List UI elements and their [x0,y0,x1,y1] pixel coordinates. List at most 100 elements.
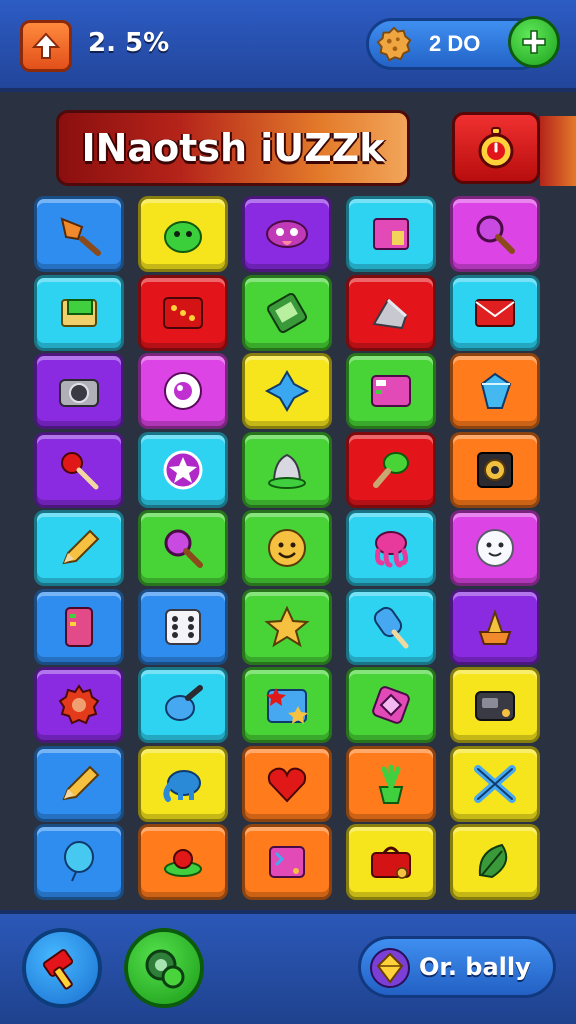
tile-green[interactable] [346,667,436,743]
hammer-icon [42,949,74,990]
tile-orange[interactable] [138,824,228,900]
timer-button[interactable] [452,112,540,184]
tile-red[interactable] [138,274,228,351]
swap-circle-icon [145,949,185,989]
bell-icon [268,453,306,489]
tile-yellow[interactable] [138,196,228,272]
green-monster-icon [164,221,202,253]
tile-blue[interactable] [34,824,124,900]
green-leaf-icon [478,843,508,879]
green-phone-icon [266,292,308,333]
plus-icon [522,30,546,54]
add-coins-button[interactable] [508,16,560,68]
tile-yellow[interactable] [450,745,540,822]
pencil-icon [62,765,100,800]
tile-green[interactable] [242,431,332,508]
daily-label: Or. bally [419,953,531,981]
pink-phone-icon [65,606,93,647]
pink-octopus-icon [375,531,409,568]
tile-green[interactable] [138,510,228,586]
tile-magenta[interactable] [138,353,228,429]
pink-box-icon [373,218,409,250]
green-brush-icon [373,451,409,488]
tile-cyan[interactable] [346,196,436,272]
pink-card-icon [269,846,305,878]
heart-icon [267,767,307,802]
star-coin-icon [163,450,203,489]
tile-cyan[interactable] [138,667,228,743]
tile-green[interactable] [346,353,436,429]
red-bag-icon [371,846,411,879]
tile-green[interactable] [242,588,332,665]
magnifier-icon [164,529,203,568]
purple-creature-icon [266,220,308,248]
balloon-icon [64,841,94,882]
eye-orb-icon [164,372,202,410]
tile-orange[interactable] [450,431,540,508]
tile-purple[interactable] [34,667,124,743]
stars-card-icon [266,688,308,724]
daily-reward-button[interactable]: Or. bally [358,936,556,998]
envelope-icon [475,298,515,327]
pink-gem-icon [372,686,410,724]
tile-cyan[interactable] [34,274,124,351]
puzzle-title-banner: INaotsh iUZZk [56,110,410,186]
red-dice-icon [163,296,203,329]
red-gear-icon [58,684,100,725]
dark-camera-icon [475,691,515,721]
broom-icon [60,217,101,256]
tile-blue[interactable] [34,588,124,665]
gray-rock-icon [372,297,408,329]
arrow-up-icon [31,32,61,59]
blue-gem-icon [480,372,512,409]
tile-purple[interactable] [34,353,124,429]
tile-green[interactable] [242,510,332,586]
smiley-icon [268,529,306,567]
tile-cyan[interactable] [346,588,436,665]
tile-magenta[interactable] [450,510,540,586]
blue-spray-icon [165,685,203,721]
tile-yellow[interactable] [346,824,436,900]
page-title: INaotsh iUZZk [81,126,385,170]
tile-yellow[interactable] [450,667,540,743]
tile-red[interactable] [346,274,436,351]
magnifier-icon [476,215,515,254]
tile-green[interactable] [242,667,332,743]
tile-magenta[interactable] [450,196,540,272]
tile-orange[interactable] [242,824,332,900]
tile-cyan[interactable] [346,510,436,586]
pencil-icon [62,529,100,565]
crossed-tools-icon [474,764,516,803]
stopwatch-icon [478,127,514,169]
potted-plant-icon [378,764,404,804]
dice-icon [165,608,201,645]
tile-cyan[interactable] [138,431,228,508]
tile-yellow[interactable] [242,353,332,429]
tile-purple[interactable] [450,588,540,665]
swap-powerup-button[interactable] [124,928,204,1008]
tile-yellow[interactable] [138,745,228,822]
tile-red[interactable] [346,431,436,508]
blue-elephant-icon [163,769,201,802]
tile-orange[interactable] [346,745,436,822]
cookie-coin-icon [376,26,412,62]
red-lollipop-icon [61,451,99,489]
tile-orange[interactable] [242,745,332,822]
tile-yellow[interactable] [450,824,540,900]
tile-cyan[interactable] [34,510,124,586]
tile-orange[interactable] [450,353,540,429]
tile-purple[interactable] [34,431,124,508]
blue-star-shape-icon [264,370,310,412]
tile-purple[interactable] [242,196,332,272]
tile-green[interactable] [242,274,332,351]
tile-blue[interactable] [138,588,228,665]
tile-blue[interactable] [34,745,124,822]
scroll-icon [61,298,97,327]
pink-panel-icon [371,375,411,407]
tile-cyan[interactable] [450,274,540,351]
white-face-icon [476,529,514,567]
tile-blue[interactable] [34,196,124,272]
star-icon [264,605,310,647]
level-up-button[interactable] [20,20,72,72]
hammer-powerup-button[interactable] [22,928,102,1008]
